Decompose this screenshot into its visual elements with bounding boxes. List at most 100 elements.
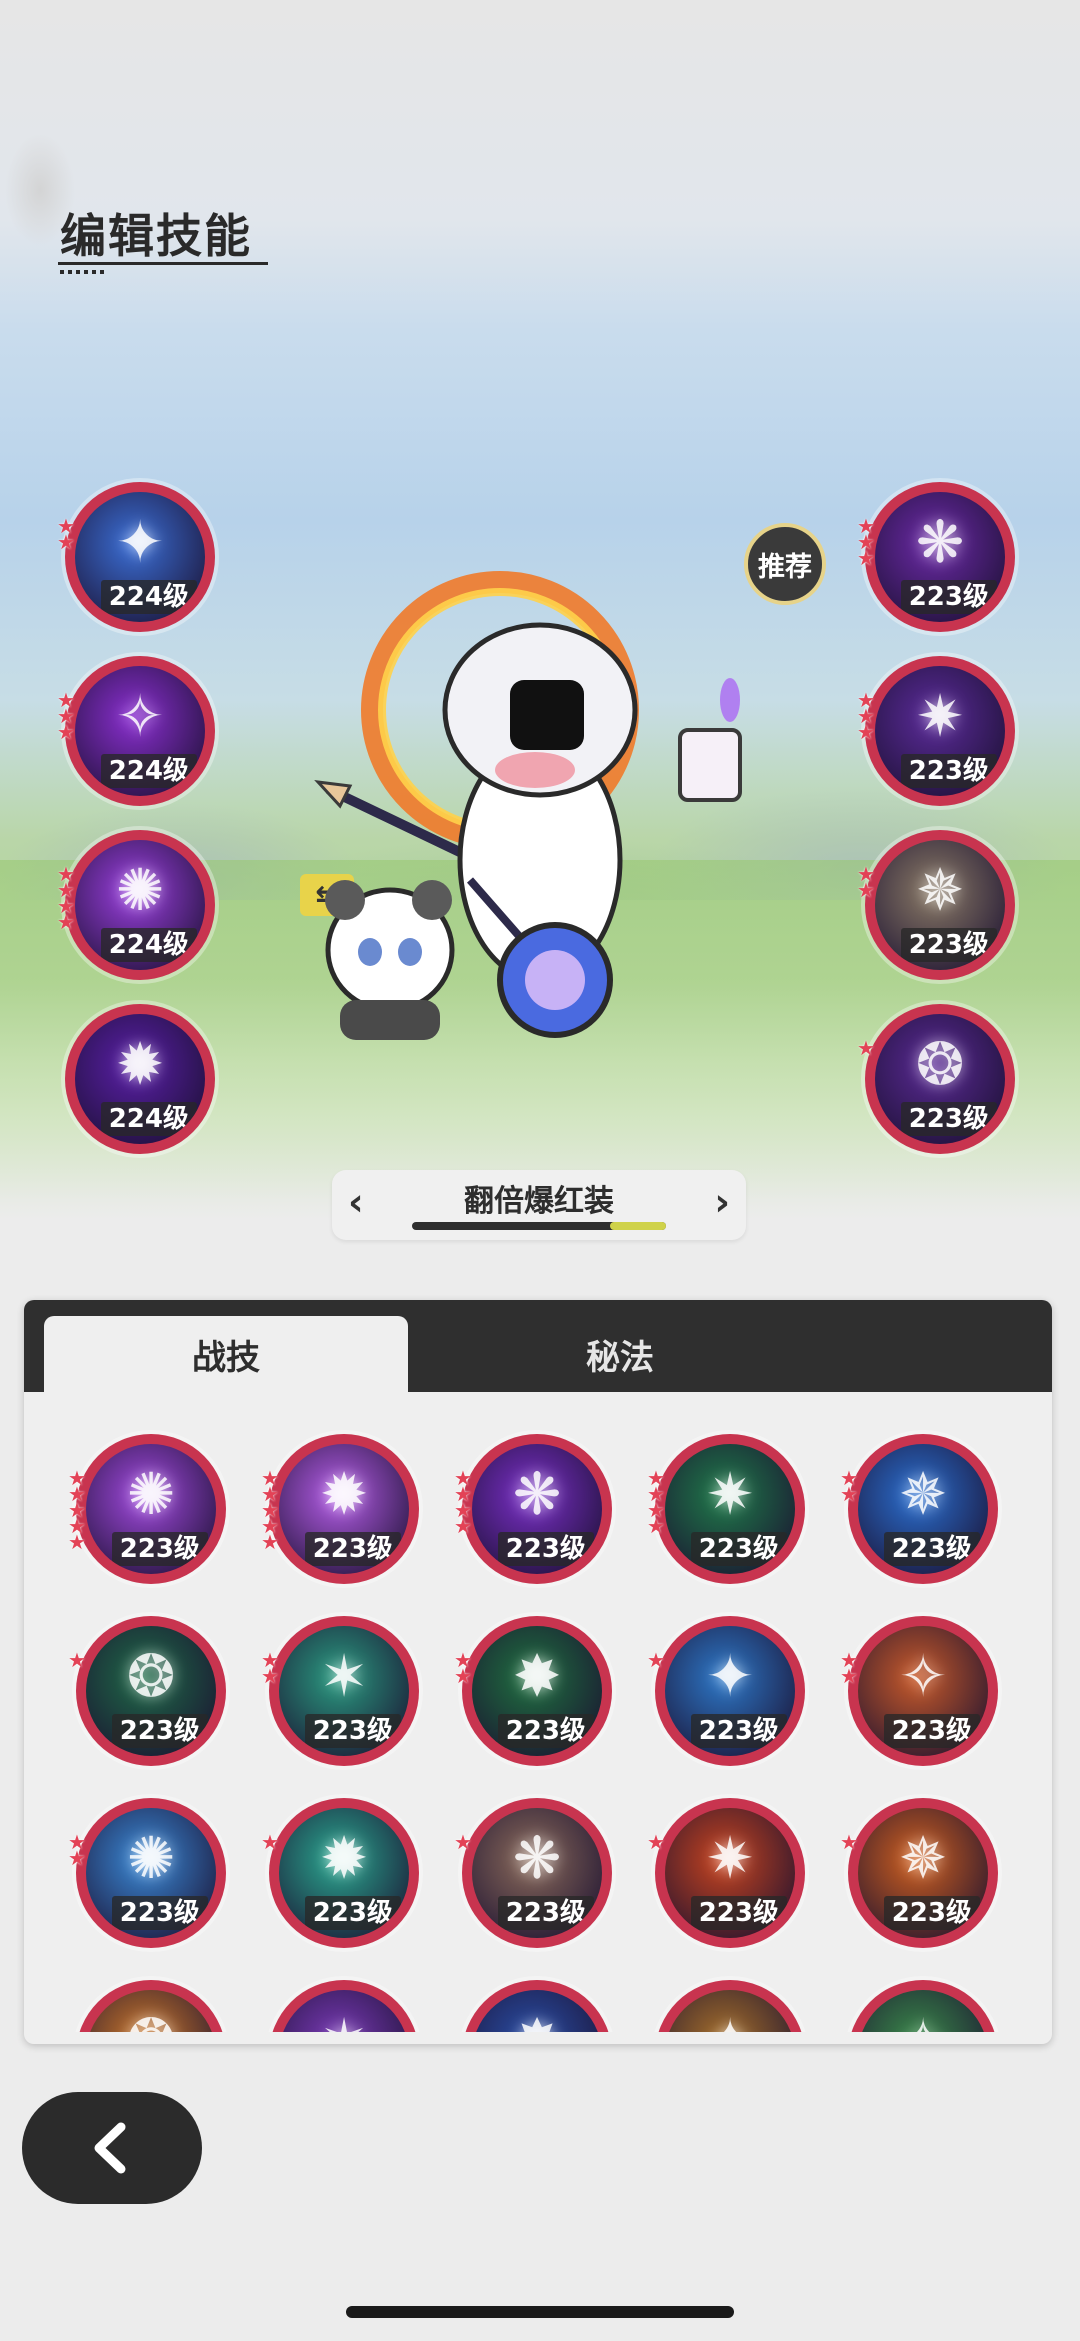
skill-icon-frame: ✵ 223级 <box>858 1808 988 1938</box>
next-preset-chevron-right-icon[interactable]: › <box>714 1180 730 1224</box>
star-icon: ★ <box>454 1830 472 1854</box>
skill-slot[interactable]: ✵ 223级 ★ ★ <box>840 1434 998 1584</box>
tab-combat-skills[interactable]: 战技 <box>44 1316 408 1392</box>
skill-slot[interactable]: ✧ <box>848 1980 998 2032</box>
skill-level: 223级 <box>497 1896 594 1930</box>
star-icon: ★ <box>840 1830 858 1854</box>
golden-plus-icon: ✦ <box>665 1990 795 2032</box>
skill-inventory-panel: 战技 秘法 ✺ 223级 ★ ★ ★ ★ ★ ✹ 223级 ★ ★ ★ ★ ★ ❋ 223级 ★ ★ ★ ★ ✷ 223级… <box>24 1300 1052 2044</box>
skill-icon-frame: ✦ 224级 <box>75 492 205 622</box>
skill-level: 223级 <box>111 1532 208 1566</box>
skill-star-rating: ★ <box>454 1830 474 1854</box>
skill-icon-frame: ✶ 223级 <box>279 1626 409 1756</box>
skill-slot[interactable]: ✶ <box>269 1980 419 2032</box>
skill-icon-frame: ✹ 224级 <box>75 1014 205 1144</box>
skill-slot[interactable]: ✺ 223级 ★ ★ <box>68 1798 226 1948</box>
skill-slot[interactable]: ✧ 223级 ★ ★ <box>840 1616 998 1766</box>
star-icon: ★ <box>68 1846 86 1870</box>
skill-slot[interactable]: ✦ 224级 ★ ★ <box>57 482 215 632</box>
skill-slot[interactable]: ❋ 223级 ★ ★ ★ ★ <box>454 1434 612 1584</box>
skill-slot[interactable]: ✹ 223级 ★ <box>261 1798 419 1948</box>
skill-star-rating: ★ ★ ★ <box>57 690 77 742</box>
skill-icon-frame: ✺ 224级 <box>75 840 205 970</box>
rune-cards-icon: ❋ <box>512 1824 562 1892</box>
skill-slot[interactable]: ❂ 223级 ★ <box>68 1616 226 1766</box>
skill-icon-frame: ✷ 223级 <box>875 666 1005 796</box>
skill-slot[interactable]: ✹ 224级 <box>65 1004 215 1154</box>
violet-star-icon: ❋ <box>512 1460 562 1528</box>
skill-star-rating: ★ <box>840 1830 860 1854</box>
skill-slot[interactable]: ✸ <box>462 1980 612 2032</box>
skill-level: 223级 <box>883 1896 980 1930</box>
skill-star-rating: ★ ★ <box>454 1650 474 1686</box>
home-indicator <box>346 2306 734 2318</box>
skill-slot[interactable]: ✵ 223级 ★ ★ <box>857 830 1015 980</box>
star-icon: ★ <box>261 1530 279 1554</box>
skill-icon-frame: ✺ 223级 <box>86 1444 216 1574</box>
skill-star-rating: ★ <box>261 1830 281 1854</box>
skill-level: 223级 <box>690 1714 787 1748</box>
skill-slot[interactable]: ✺ 224级 ★ ★ ★ ★ <box>57 830 215 980</box>
skill-slot[interactable]: ✷ 223级 ★ <box>647 1798 805 1948</box>
violet-sigil-icon: ✶ <box>279 1990 409 2032</box>
skill-star-rating: ★ ★ ★ <box>857 516 877 570</box>
back-button[interactable] <box>22 2092 202 2204</box>
green-plus-icon: ✸ <box>512 1642 562 1710</box>
skill-slot[interactable]: ✦ 223级 ★ <box>647 1616 805 1766</box>
skill-level: 223级 <box>690 1896 787 1930</box>
green-orbs-icon: ✷ <box>705 1460 755 1528</box>
green-vortex-icon: ✶ <box>319 1642 369 1710</box>
skill-icon-frame: ✸ <box>472 1990 602 2032</box>
star-icon: ★ <box>261 1830 279 1854</box>
chevron-left-icon <box>94 2122 126 2174</box>
skill-slot[interactable]: ✦ <box>655 1980 805 2032</box>
skill-slot[interactable]: ❋ 223级 ★ <box>454 1798 612 1948</box>
skill-icon-frame: ❋ 223级 <box>472 1808 602 1938</box>
skill-level: 224级 <box>100 580 197 614</box>
skill-star-rating: ★ ★ <box>68 1832 88 1870</box>
hero-character <box>314 571 742 1040</box>
skill-slot[interactable]: ✷ 223级 ★ ★ ★ <box>857 656 1015 806</box>
preset-selector: ‹ 翻倍爆红装 › <box>332 1170 746 1240</box>
skill-slot[interactable]: ❋ 223级 ★ ★ ★ <box>857 482 1015 632</box>
skill-icon-frame: ✵ 223级 <box>858 1444 988 1574</box>
skill-star-rating: ★ ★ ★ ★ ★ <box>261 1468 281 1554</box>
orange-rune-icon: ✧ <box>898 1642 948 1710</box>
skill-level: 223级 <box>497 1714 594 1748</box>
skill-slot[interactable]: ✺ 223级 ★ ★ ★ ★ ★ <box>68 1434 226 1584</box>
skill-level: 223级 <box>900 754 997 788</box>
skill-icon-frame: ❂ 223级 <box>86 1626 216 1756</box>
star-icon: ★ <box>57 910 75 934</box>
star-icon: ★ <box>840 1664 858 1688</box>
skill-level: 223级 <box>883 1714 980 1748</box>
star-icon: ★ <box>857 720 875 744</box>
orange-orb-icon: ❂ <box>86 1990 216 2032</box>
skill-slot[interactable]: ✧ 224级 ★ ★ ★ <box>57 656 215 806</box>
skill-icon-frame: ✧ <box>858 1990 988 2032</box>
skill-icon-frame: ✹ 223级 <box>279 1808 409 1938</box>
skill-icon-frame: ✵ 223级 <box>875 840 1005 970</box>
skill-slot[interactable]: ❂ <box>76 1980 226 2032</box>
skill-slot[interactable]: ✷ 223级 ★ ★ ★ ★ <box>647 1434 805 1584</box>
skill-slot[interactable]: ❂ 223级 ★ <box>857 1004 1015 1154</box>
skill-slot[interactable]: ✵ 223级 ★ <box>840 1798 998 1948</box>
skill-slot[interactable]: ✶ 223级 ★ ★ <box>261 1616 419 1766</box>
skill-icon-frame: ❂ <box>86 1990 216 2032</box>
skill-slot[interactable]: ✸ 223级 ★ ★ <box>454 1616 612 1766</box>
skill-icon-frame: ✸ 223级 <box>472 1626 602 1756</box>
violet-burst-icon: ✹ <box>319 1460 369 1528</box>
preset-name: 翻倍爆红装 <box>464 1184 614 1219</box>
arcane-eye-icon: ✷ <box>915 682 965 750</box>
skill-icon-frame: ✺ 223级 <box>86 1808 216 1938</box>
star-icon: ★ <box>857 546 875 570</box>
title-dots <box>60 270 108 274</box>
star-icon: ★ <box>857 1036 875 1060</box>
skill-icon-frame: ✧ 224级 <box>75 666 205 796</box>
skill-slot[interactable]: ✹ 223级 ★ ★ ★ ★ ★ <box>261 1434 419 1584</box>
ice-crystal-icon: ✦ <box>705 1642 755 1710</box>
skill-level: 224级 <box>100 928 197 962</box>
skill-star-rating: ★ ★ ★ ★ <box>454 1468 474 1536</box>
star-icon: ★ <box>261 1664 279 1688</box>
tab-arcana[interactable]: 秘法 <box>408 1316 832 1392</box>
skill-star-rating: ★ <box>857 1036 877 1060</box>
